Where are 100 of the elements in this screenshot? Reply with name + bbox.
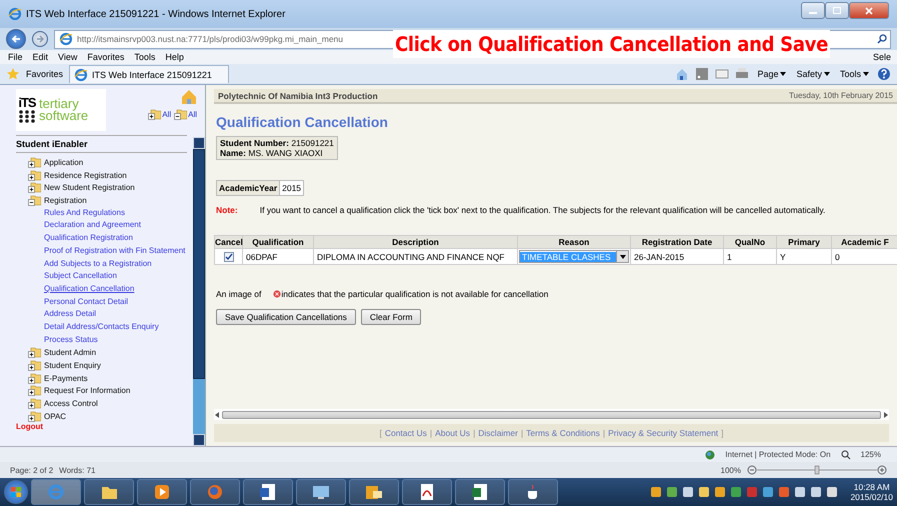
spreadsheet-icon <box>470 482 490 502</box>
sidebar-link[interactable]: Personal Contact Detail <box>16 296 193 308</box>
play-icon <box>152 482 172 502</box>
menu-folder[interactable]: E-Payments <box>16 372 193 384</box>
note-label: Note: <box>216 205 238 215</box>
command-button[interactable]: Tools <box>838 69 871 79</box>
search-field[interactable] <box>827 30 891 48</box>
taskbar-button[interactable] <box>455 479 505 505</box>
sidebar-link[interactable]: Subject Cancellation <box>16 270 193 283</box>
taskbar-button[interactable] <box>349 479 399 505</box>
note-text: If you want to cancel a qualification click the 'tick box' next to the qualification. The subjects for the relevant qualification will be cancelled automatically. <box>260 205 826 215</box>
start-button[interactable] <box>4 480 28 504</box>
browser-icon <box>8 7 22 21</box>
window-title: ITS Web Interface 215091221 - Windows Internet Explorer <box>26 8 286 20</box>
horizontal-scrollbar[interactable] <box>214 409 889 420</box>
document-icon <box>258 482 278 502</box>
clock-date: 2015/02/10 <box>850 492 893 502</box>
separator: | <box>430 428 432 438</box>
menu-folder[interactable]: OPAC <box>16 410 193 422</box>
zone-text: Internet | Protected Mode: On <box>725 450 831 459</box>
command-button[interactable]: Safety <box>794 69 832 79</box>
cancel-checkbox[interactable] <box>224 252 234 262</box>
expand-all-button[interactable]: All <box>148 109 172 120</box>
dots-icon <box>18 109 36 123</box>
menu-folder[interactable]: Residence Registration <box>16 168 193 182</box>
sidebar-link[interactable]: Address Detail <box>16 308 193 321</box>
collapse-all-button[interactable]: All <box>174 109 197 120</box>
sidebar-title: Student iEnabler <box>16 135 187 153</box>
taskbar-button[interactable] <box>84 479 134 505</box>
close-icon <box>865 6 873 14</box>
table-cell: 1 <box>724 248 776 264</box>
sidebar-link[interactable]: Qualification Cancellation <box>16 282 193 296</box>
sidebar-link[interactable]: Rules And Regulations <box>16 206 193 220</box>
search-icon <box>877 34 887 44</box>
close-button[interactable] <box>849 2 889 19</box>
menu-item[interactable]: View <box>56 52 80 62</box>
menu-item[interactable]: File <box>6 52 25 62</box>
column-header: Cancel <box>214 236 242 248</box>
printer-icon <box>735 67 750 81</box>
menu-folder[interactable]: Student Admin <box>16 346 193 359</box>
legend-text: An image of <box>216 289 262 299</box>
sidebar-link[interactable]: Process Status <box>16 334 193 346</box>
logo-text: software <box>39 110 88 122</box>
taskbar-button[interactable] <box>243 479 293 505</box>
logout-link[interactable]: Logout <box>16 422 193 434</box>
menu-folder[interactable]: New Student Registration <box>16 181 193 194</box>
address-field[interactable]: http://itsmainsrvp003.nust.na:7771/pls/prodi03/w99pkg.mi_main_menu <box>54 30 395 48</box>
maximize-button[interactable] <box>825 2 849 19</box>
back-button[interactable] <box>6 29 26 49</box>
caret-icon <box>780 72 786 76</box>
zoom-slider-icon <box>747 465 887 475</box>
minimize-button[interactable] <box>801 2 825 19</box>
folder-icon <box>174 109 188 120</box>
forward-arrow-icon <box>36 35 44 43</box>
command-button[interactable]: Page <box>755 69 788 79</box>
sidebar-link[interactable]: Proof of Registration with Fin Statement <box>16 244 193 258</box>
annotation-banner: Click on Qualification Cancellation and Save <box>393 30 830 58</box>
menu-item[interactable]: Favorites <box>85 52 126 62</box>
menu-folder[interactable]: Application <box>16 156 193 169</box>
help-icon <box>877 67 891 81</box>
scroll-arrow-button[interactable] <box>193 137 205 149</box>
separator: | <box>520 428 524 438</box>
clear-button[interactable]: Clear Form <box>360 309 422 325</box>
zoom-level[interactable]: 125% <box>860 450 881 459</box>
save-button[interactable]: Save Qualification Cancellations <box>216 309 356 325</box>
sidebar-link[interactable]: Qualification Registration <box>16 232 193 245</box>
caret-icon <box>863 72 869 76</box>
forward-button[interactable] <box>32 31 48 47</box>
magnifier-icon <box>840 450 851 460</box>
legend-text: indicates that the particular qualification is not available for cancellation <box>281 289 548 299</box>
menu-folder[interactable]: Registration <box>16 194 193 207</box>
menu-folder[interactable]: Student Enquiry <box>16 359 193 372</box>
menu-item[interactable]: Edit <box>30 52 50 62</box>
institution-name: Polytechnic Of Namibia Int3 Production <box>218 90 378 100</box>
scroll-arrow-button[interactable] <box>193 434 205 446</box>
select-tool[interactable]: Sele <box>872 52 891 62</box>
sidebar-link[interactable]: Detail Address/Contacts Enquiry <box>16 320 193 334</box>
table-cell: DIPLOMA IN ACCOUNTING AND FINANCE NQF <box>314 248 518 264</box>
taskbar-button[interactable] <box>402 479 452 505</box>
maximize-icon <box>833 7 841 14</box>
sidebar-link[interactable]: Add Subjects to a Registration <box>16 258 193 270</box>
browser-tab[interactable]: ITS Web Interface 215091221 <box>69 65 230 83</box>
taskbar-button[interactable] <box>137 479 187 505</box>
menu-folder[interactable]: Request For Information <box>16 384 193 398</box>
favorites-button[interactable]: Favorites <box>26 69 64 79</box>
clock-time: 10:28 AM <box>854 482 890 492</box>
logo-mark: iTS <box>18 97 36 109</box>
column-header: QualNo <box>724 236 776 248</box>
sidebar-link[interactable]: Declaration and Agreement <box>16 219 193 232</box>
menu-folder[interactable]: Access Control <box>16 397 193 410</box>
home-icon <box>181 89 197 105</box>
student-number: Student Number: 215091221 <box>220 138 334 148</box>
scrollbar[interactable] <box>193 137 205 446</box>
menu-item[interactable]: Tools <box>132 52 158 62</box>
menu-item[interactable]: Help <box>163 52 186 62</box>
taskbar-button[interactable] <box>508 479 558 505</box>
column-header: Registration Date <box>630 236 724 248</box>
table-cell: 0 <box>832 248 897 264</box>
taskbar-button[interactable] <box>296 479 346 505</box>
table-cell: Y <box>776 248 832 264</box>
